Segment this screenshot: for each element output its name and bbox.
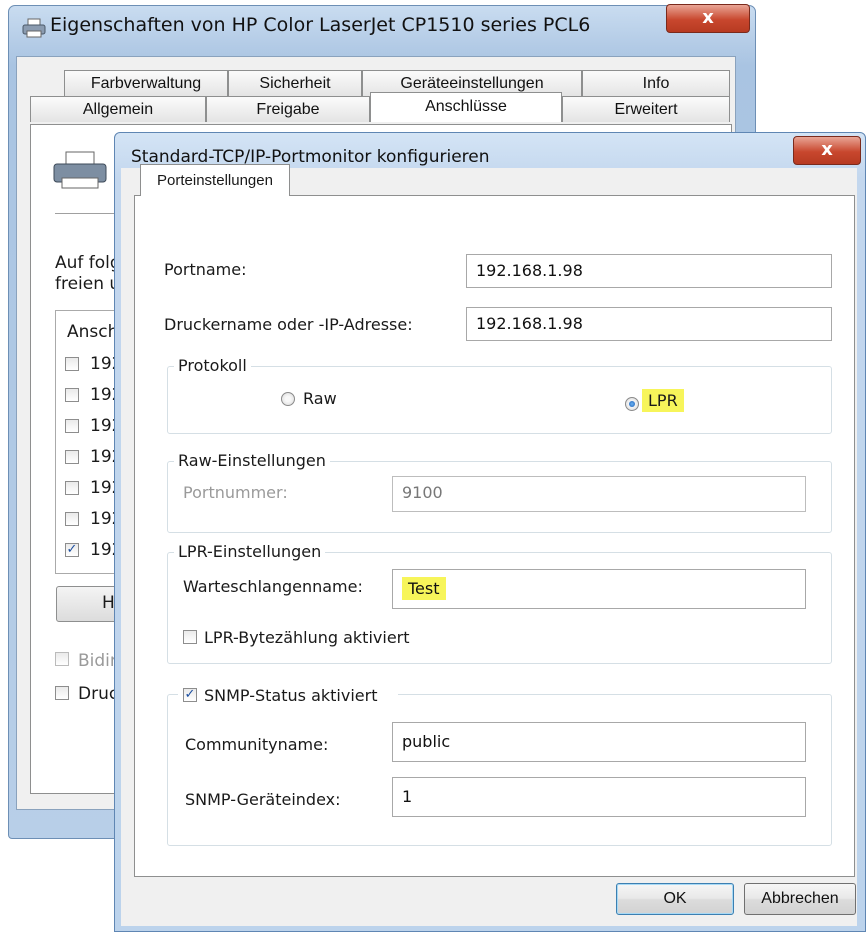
raw-settings-legend: Raw-Einstellungen — [174, 451, 330, 470]
port-checkbox[interactable] — [65, 388, 79, 402]
portname-label: Portname: — [164, 260, 247, 279]
bidirectional-checkbox[interactable] — [55, 652, 69, 666]
portnumber-label: Portnummer: — [183, 483, 288, 502]
close-button[interactable]: x — [666, 4, 750, 33]
divider — [55, 213, 115, 214]
add-port-button-label: H — [102, 593, 115, 613]
dialog-close-button[interactable]: x — [793, 136, 861, 165]
lpr-radio[interactable] — [625, 397, 639, 411]
raw-radio[interactable] — [281, 392, 295, 406]
tab-farbverwaltung[interactable]: Farbverwaltung — [64, 70, 228, 96]
tab-anschluesse[interactable]: Anschlüsse — [370, 92, 562, 122]
bidirectional-label: Bidir — [78, 651, 117, 671]
community-name-label: Communityname: — [185, 735, 329, 754]
printer-icon — [22, 18, 46, 42]
protocol-legend: Protokoll — [174, 356, 251, 375]
description-text-2: freien u — [55, 274, 121, 294]
port-checkbox[interactable] — [65, 419, 79, 433]
lpr-settings-legend: LPR-Einstellungen — [174, 542, 326, 561]
window-title: Eigenschaften von HP Color LaserJet CP15… — [50, 14, 591, 36]
port-checkbox[interactable] — [65, 481, 79, 495]
port-checkbox[interactable]: ✓ — [65, 543, 79, 557]
list-header: Ansch — [67, 322, 119, 342]
tab-sicherheit[interactable]: Sicherheit — [228, 70, 362, 96]
lpr-radio-label: LPR — [642, 389, 684, 412]
description-text: Auf folg — [55, 253, 121, 273]
lpr-bytecount-label: LPR-Bytezählung aktiviert — [204, 628, 410, 647]
protocol-group — [167, 366, 832, 434]
snmp-enabled-label: SNMP-Status aktiviert — [204, 686, 378, 705]
tab-info[interactable]: Info — [582, 70, 730, 96]
community-name-input[interactable]: public — [392, 722, 806, 762]
tab-erweitert[interactable]: Erweitert — [562, 96, 730, 122]
snmp-device-index-label: SNMP-Geräteindex: — [185, 790, 341, 809]
ip-address-label: Druckername oder -IP-Adresse: — [164, 315, 413, 334]
port-checkbox[interactable] — [65, 512, 79, 526]
tab-porteinstellungen[interactable]: Porteinstellungen — [140, 164, 290, 196]
port-checkbox[interactable] — [65, 450, 79, 464]
cancel-button[interactable]: Abbrechen — [744, 883, 856, 915]
queue-name-input[interactable]: Test — [392, 569, 806, 609]
tab-allgemein[interactable]: Allgemein — [30, 96, 206, 122]
lpr-bytecount-checkbox[interactable] — [183, 630, 197, 644]
portnumber-input[interactable]: 9100 — [392, 476, 806, 512]
tab-freigabe[interactable]: Freigabe — [206, 96, 370, 122]
portname-input[interactable]: 192.168.1.98 — [466, 254, 832, 288]
snmp-device-index-input[interactable]: 1 — [392, 777, 806, 817]
port-checkbox[interactable] — [65, 357, 79, 371]
queue-name-label: Warteschlangenname: — [183, 577, 363, 596]
pooling-label: Druc — [78, 684, 119, 704]
ip-address-input[interactable]: 192.168.1.98 — [466, 307, 832, 341]
snmp-enabled-checkbox[interactable]: ✓ — [183, 688, 197, 702]
snmp-group — [167, 694, 832, 846]
printer-large-icon — [52, 150, 108, 194]
pooling-checkbox[interactable] — [55, 686, 69, 700]
ok-button[interactable]: OK — [616, 883, 734, 915]
raw-radio-label: Raw — [303, 389, 337, 408]
